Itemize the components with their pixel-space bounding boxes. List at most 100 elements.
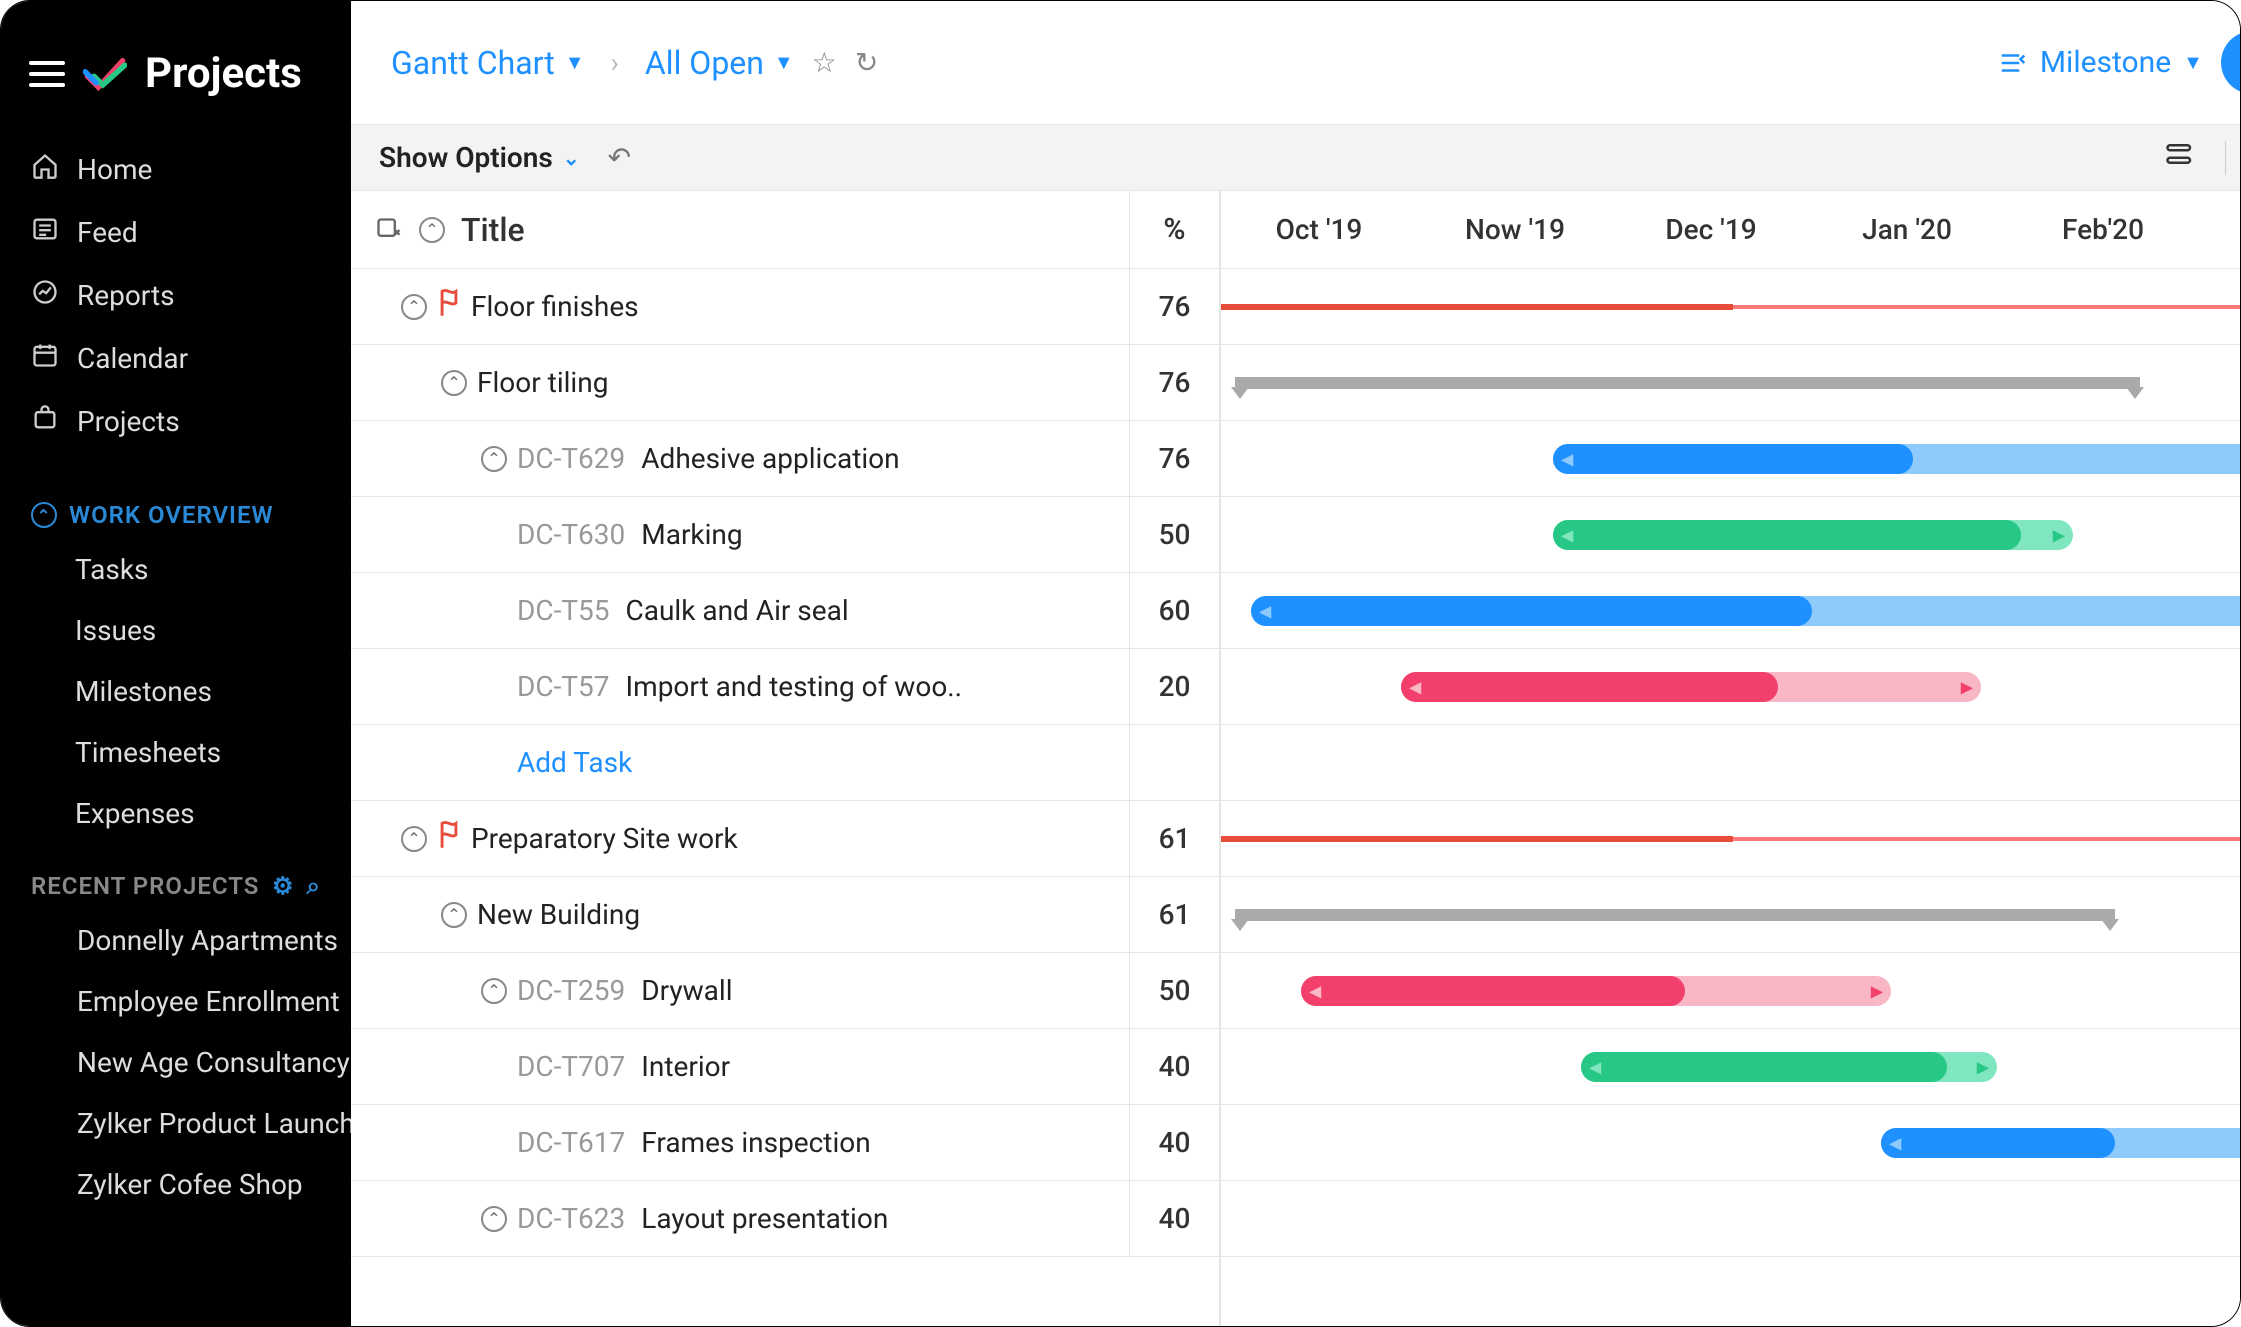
view-mode-1-icon[interactable]: [2165, 141, 2195, 174]
task-row[interactable]: DC-T630Marking50: [351, 497, 1219, 573]
gantt-row[interactable]: ◀▶: [1221, 421, 2241, 497]
task-row[interactable]: ⌃DC-T623Layout presentation40: [351, 1181, 1219, 1257]
add-task-inline[interactable]: Add Task: [517, 746, 632, 779]
month-header: Dec '19: [1613, 213, 1809, 246]
gantt-row[interactable]: [1221, 1181, 2241, 1257]
task-row[interactable]: ⌃Floor finishes76: [351, 269, 1219, 345]
collapse-icon[interactable]: ⌃: [401, 826, 427, 852]
collapse-icon[interactable]: ⌃: [481, 446, 507, 472]
filter-selector[interactable]: All Open ▼: [645, 44, 794, 82]
title-column-header[interactable]: ⌃ Title: [351, 211, 1129, 249]
chevron-down-icon: ▼: [565, 50, 585, 75]
recent-project[interactable]: Zylker Cofee Shop: [1, 1154, 351, 1215]
arrow-left-icon: ◀: [1259, 601, 1271, 620]
task-row[interactable]: ⌃New Building61: [351, 877, 1219, 953]
task-row[interactable]: ⌃Preparatory Site work61: [351, 801, 1219, 877]
nav-label: Home: [77, 153, 152, 186]
task-row[interactable]: ⌃DC-T259Drywall50: [351, 953, 1219, 1029]
timeline-header: Oct '19Now '19Dec '19Jan '20Feb'20Mar'20…: [1221, 191, 2241, 269]
gantt-row[interactable]: [1221, 725, 2241, 801]
nav-reports[interactable]: Reports: [1, 264, 351, 327]
show-options-label: Show Options: [379, 141, 553, 174]
recent-project[interactable]: Employee Enrollment: [1, 971, 351, 1032]
gantt-row[interactable]: ◀▶: [1221, 573, 2241, 649]
task-icon: [375, 216, 403, 244]
gantt-row[interactable]: ◀▶: [1221, 953, 2241, 1029]
pct-cell: 40: [1129, 1105, 1219, 1180]
nav-expenses[interactable]: Expenses: [1, 783, 351, 844]
gantt-row[interactable]: ◀▶: [1221, 1029, 2241, 1105]
nav-tasks[interactable]: Tasks: [1, 539, 351, 600]
feed-icon: [31, 215, 59, 250]
collapse-icon[interactable]: ⌃: [441, 902, 467, 928]
chevron-down-icon: ▼: [774, 50, 794, 75]
gantt-row[interactable]: [1221, 801, 2241, 877]
task-bar[interactable]: ◀▶: [1553, 520, 2073, 550]
nav-calendar[interactable]: Calendar: [1, 327, 351, 390]
search-icon[interactable]: ⌕: [307, 872, 321, 900]
nav-feed[interactable]: Feed: [1, 201, 351, 264]
gantt-row[interactable]: ◀▶: [1221, 1105, 2241, 1181]
task-row[interactable]: ⌃DC-T629Adhesive application76: [351, 421, 1219, 497]
pct-column-header[interactable]: %: [1129, 191, 1219, 268]
gantt-row[interactable]: [1221, 269, 2241, 345]
task-bar[interactable]: ◀▶: [1251, 596, 2241, 626]
task-bar[interactable]: ◀▶: [1881, 1128, 2241, 1158]
undo-icon[interactable]: ↶: [608, 141, 631, 174]
gantt-row[interactable]: ◀▶: [1221, 497, 2241, 573]
settings-icon[interactable]: ⚙: [272, 872, 295, 900]
add-task-button[interactable]: Add Task ▼: [2221, 31, 2241, 94]
task-row[interactable]: DC-T55Caulk and Air seal60: [351, 573, 1219, 649]
recent-project[interactable]: Zylker Product Launch: [1, 1093, 351, 1154]
task-row[interactable]: Add Task: [351, 725, 1219, 801]
task-title-cell: DC-T630Marking: [351, 518, 1129, 551]
recent-project[interactable]: New Age Consultancy: [1, 1032, 351, 1093]
pct-cell: 50: [1129, 497, 1219, 572]
task-row[interactable]: ⌃Floor tiling76: [351, 345, 1219, 421]
refresh-icon[interactable]: ↻: [855, 46, 878, 79]
task-row[interactable]: DC-T707Interior40: [351, 1029, 1219, 1105]
arrow-right-icon: ▶: [1961, 677, 1973, 696]
nav-issues[interactable]: Issues: [1, 600, 351, 661]
task-title-cell: DC-T617Frames inspection: [351, 1126, 1129, 1159]
arrow-right-icon: ▶: [1871, 981, 1883, 1000]
gantt-row[interactable]: ◀▶: [1221, 649, 2241, 725]
topbar: Gantt Chart ▼ › All Open ▼ ☆ ↻ Milestone…: [351, 1, 2241, 124]
grouping-selector[interactable]: Milestone ▼: [1998, 45, 2203, 80]
nav-milestones[interactable]: Milestones: [1, 661, 351, 722]
view-selector[interactable]: Gantt Chart ▼: [391, 44, 585, 82]
collapse-icon[interactable]: ⌃: [401, 294, 427, 320]
task-bar[interactable]: ◀▶: [1581, 1052, 1997, 1082]
projects-icon: [31, 404, 59, 439]
show-options-button[interactable]: Show Options ⌄: [379, 141, 580, 174]
collapse-all-icon[interactable]: ⌃: [419, 217, 445, 243]
task-title: Floor finishes: [471, 290, 639, 323]
collapse-icon[interactable]: ⌃: [31, 502, 57, 528]
task-row[interactable]: DC-T617Frames inspection40: [351, 1105, 1219, 1181]
summary-bar[interactable]: [1235, 377, 2140, 389]
nav-projects[interactable]: Projects: [1, 390, 351, 453]
task-row[interactable]: DC-T57Import and testing of woo..20: [351, 649, 1219, 725]
summary-bar[interactable]: [1235, 909, 2115, 921]
task-bar[interactable]: ◀▶: [1401, 672, 1981, 702]
collapse-icon[interactable]: ⌃: [441, 370, 467, 396]
gantt-row[interactable]: [1221, 345, 2241, 421]
star-icon[interactable]: ☆: [812, 46, 837, 79]
gantt-row[interactable]: [1221, 877, 2241, 953]
task-title-cell: DC-T57Import and testing of woo..: [351, 670, 1129, 703]
add-task-label: Add Task: [2221, 31, 2241, 94]
milestone-bar[interactable]: [1221, 837, 2241, 841]
collapse-icon[interactable]: ⌃: [481, 978, 507, 1004]
arrow-left-icon: ◀: [1561, 449, 1573, 468]
task-bar[interactable]: ◀▶: [1301, 976, 1891, 1006]
collapse-icon[interactable]: ⌃: [481, 1206, 507, 1232]
recent-project[interactable]: Donnelly Apartments: [1, 910, 351, 971]
task-title: Frames inspection: [641, 1126, 870, 1159]
milestone-bar[interactable]: [1221, 305, 2241, 309]
work-overview-heading[interactable]: ⌃ WORK OVERVIEW: [1, 473, 351, 539]
breadcrumb-chevron-icon: ›: [611, 46, 619, 79]
nav-home[interactable]: Home: [1, 138, 351, 201]
nav-timesheets[interactable]: Timesheets: [1, 722, 351, 783]
task-bar[interactable]: ◀▶: [1553, 444, 2241, 474]
hamburger-icon[interactable]: [29, 61, 65, 87]
